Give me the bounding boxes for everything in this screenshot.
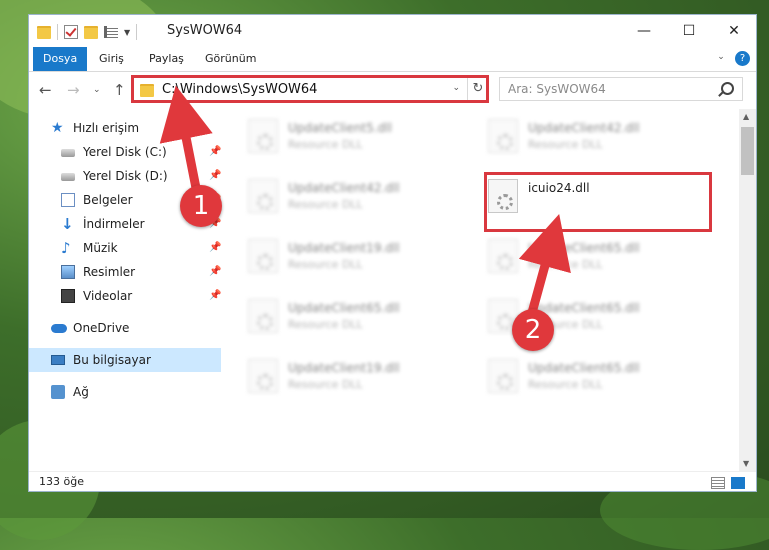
arrow-to-address [159,85,213,193]
arrow-to-file [518,213,571,325]
step-badge-1: 1 [180,185,222,227]
step-badge-2: 2 [512,309,554,351]
annotation-arrows [159,85,571,325]
